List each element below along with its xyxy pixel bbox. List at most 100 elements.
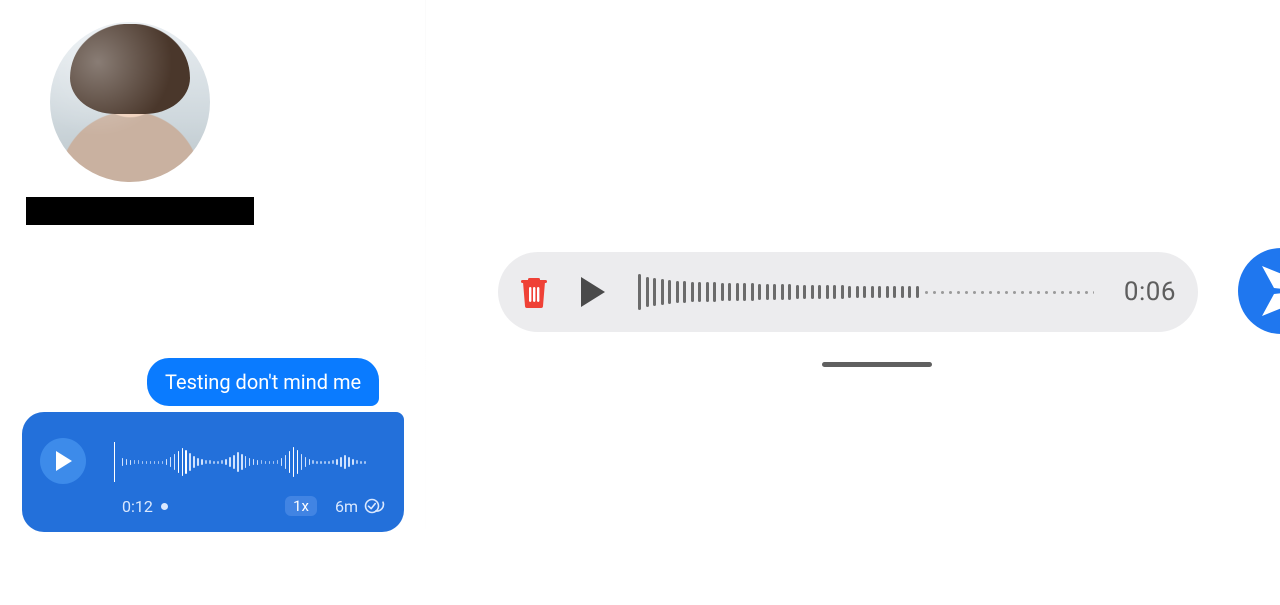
waveform-bar <box>126 459 127 465</box>
waveform-bar <box>237 452 238 472</box>
waveform-bar <box>281 458 282 466</box>
sent-voice-message[interactable]: 0:12 1x 6m <box>22 412 404 532</box>
waveform-bar <box>698 282 701 302</box>
waveform-bar <box>150 461 151 464</box>
waveform-bar <box>848 286 851 298</box>
waveform-bar <box>114 442 115 482</box>
recording-panel: 0:06 <box>426 0 1280 605</box>
waveform-dot <box>1037 291 1040 294</box>
voice-message-meta: 0:12 1x 6m <box>122 494 386 518</box>
send-icon <box>1246 256 1280 326</box>
waveform-bar <box>197 458 198 466</box>
waveform-bar <box>360 461 361 464</box>
sent-text-message[interactable]: Testing don't mind me <box>147 358 379 406</box>
waveform-bar <box>138 460 139 464</box>
waveform-dot <box>1013 291 1016 294</box>
waveform-dot <box>941 291 944 294</box>
waveform-bar <box>146 461 147 464</box>
waveform-bar <box>638 274 641 310</box>
waveform-bar <box>324 461 325 464</box>
waveform-dot <box>1093 291 1094 294</box>
waveform-bar <box>182 448 183 476</box>
waveform-bar <box>796 285 799 299</box>
waveform-bar <box>886 286 889 298</box>
waveform-bar <box>728 283 731 301</box>
waveform-bar <box>249 458 250 466</box>
waveform-bar <box>328 461 329 464</box>
waveform-bar <box>340 457 341 467</box>
waveform-bar <box>193 456 194 468</box>
waveform-bar <box>320 461 321 464</box>
waveform-bar <box>751 283 754 301</box>
waveform-bar <box>908 286 911 298</box>
waveform-bar <box>691 282 694 302</box>
waveform-bar <box>277 460 278 464</box>
waveform-bar <box>309 459 310 465</box>
waveform-bar <box>344 455 345 469</box>
waveform-bar <box>348 457 349 467</box>
recording-bar: 0:06 <box>498 252 1198 332</box>
contact-name-redacted <box>26 197 254 225</box>
waveform-bar <box>356 460 357 464</box>
recording-elapsed-time: 0:06 <box>1124 277 1176 307</box>
waveform-bar <box>162 461 163 464</box>
waveform-dot <box>1061 291 1064 294</box>
waveform-bar <box>332 460 333 464</box>
waveform-bar <box>826 285 829 299</box>
waveform-dot <box>925 291 928 294</box>
waveform-bar <box>301 454 302 470</box>
avatar[interactable] <box>50 22 210 182</box>
play-button[interactable] <box>40 438 86 484</box>
waveform-bar <box>189 453 190 471</box>
trash-icon <box>519 275 549 309</box>
voice-waveform[interactable] <box>114 438 366 486</box>
chat-preview-panel: Testing don't mind me 0:12 1x 6m <box>0 0 426 605</box>
waveform-bar <box>134 460 135 464</box>
waveform-bar <box>170 457 171 467</box>
waveform-bar <box>878 286 881 298</box>
waveform-bar <box>293 447 294 477</box>
preview-play-button[interactable] <box>574 274 610 310</box>
waveform-bar <box>253 459 254 465</box>
recording-waveform[interactable] <box>632 267 1094 317</box>
waveform-bar <box>721 283 724 301</box>
delete-recording-button[interactable] <box>516 274 552 310</box>
drag-handle[interactable] <box>822 362 932 367</box>
waveform-bar <box>225 459 226 465</box>
waveform-bar <box>646 277 649 307</box>
waveform-bar <box>209 460 210 464</box>
waveform-dot <box>965 291 968 294</box>
waveform-bar <box>174 454 175 470</box>
send-button[interactable] <box>1238 248 1280 334</box>
waveform-bar <box>811 285 814 299</box>
message-age: 6m <box>335 497 358 516</box>
waveform-bar <box>683 281 686 303</box>
waveform-bar <box>178 451 179 473</box>
waveform-bar <box>265 461 266 464</box>
waveform-bar <box>803 285 806 299</box>
waveform-bar <box>257 460 258 465</box>
waveform-bar <box>217 461 218 464</box>
waveform-bar <box>758 284 761 300</box>
waveform-bar <box>833 285 836 299</box>
waveform-bar <box>871 286 874 298</box>
waveform-dot <box>1029 291 1032 294</box>
waveform-bar <box>122 458 123 466</box>
waveform-dot <box>957 291 960 294</box>
waveform-bar <box>245 456 246 468</box>
waveform-bar <box>166 459 167 465</box>
playback-speed-button[interactable]: 1x <box>285 496 317 516</box>
waveform-bar <box>273 461 274 464</box>
waveform-bar <box>766 284 769 300</box>
waveform-bar <box>229 457 230 467</box>
waveform-bar <box>336 459 337 465</box>
waveform-bar <box>205 460 206 464</box>
waveform-bar <box>653 278 656 306</box>
waveform-dot <box>1069 291 1072 294</box>
waveform-bar <box>316 461 317 464</box>
waveform-bar <box>142 461 143 464</box>
waveform-dot <box>1005 291 1008 294</box>
waveform-bar <box>788 284 791 300</box>
waveform-bar <box>305 457 306 467</box>
waveform-dot <box>997 291 1000 294</box>
